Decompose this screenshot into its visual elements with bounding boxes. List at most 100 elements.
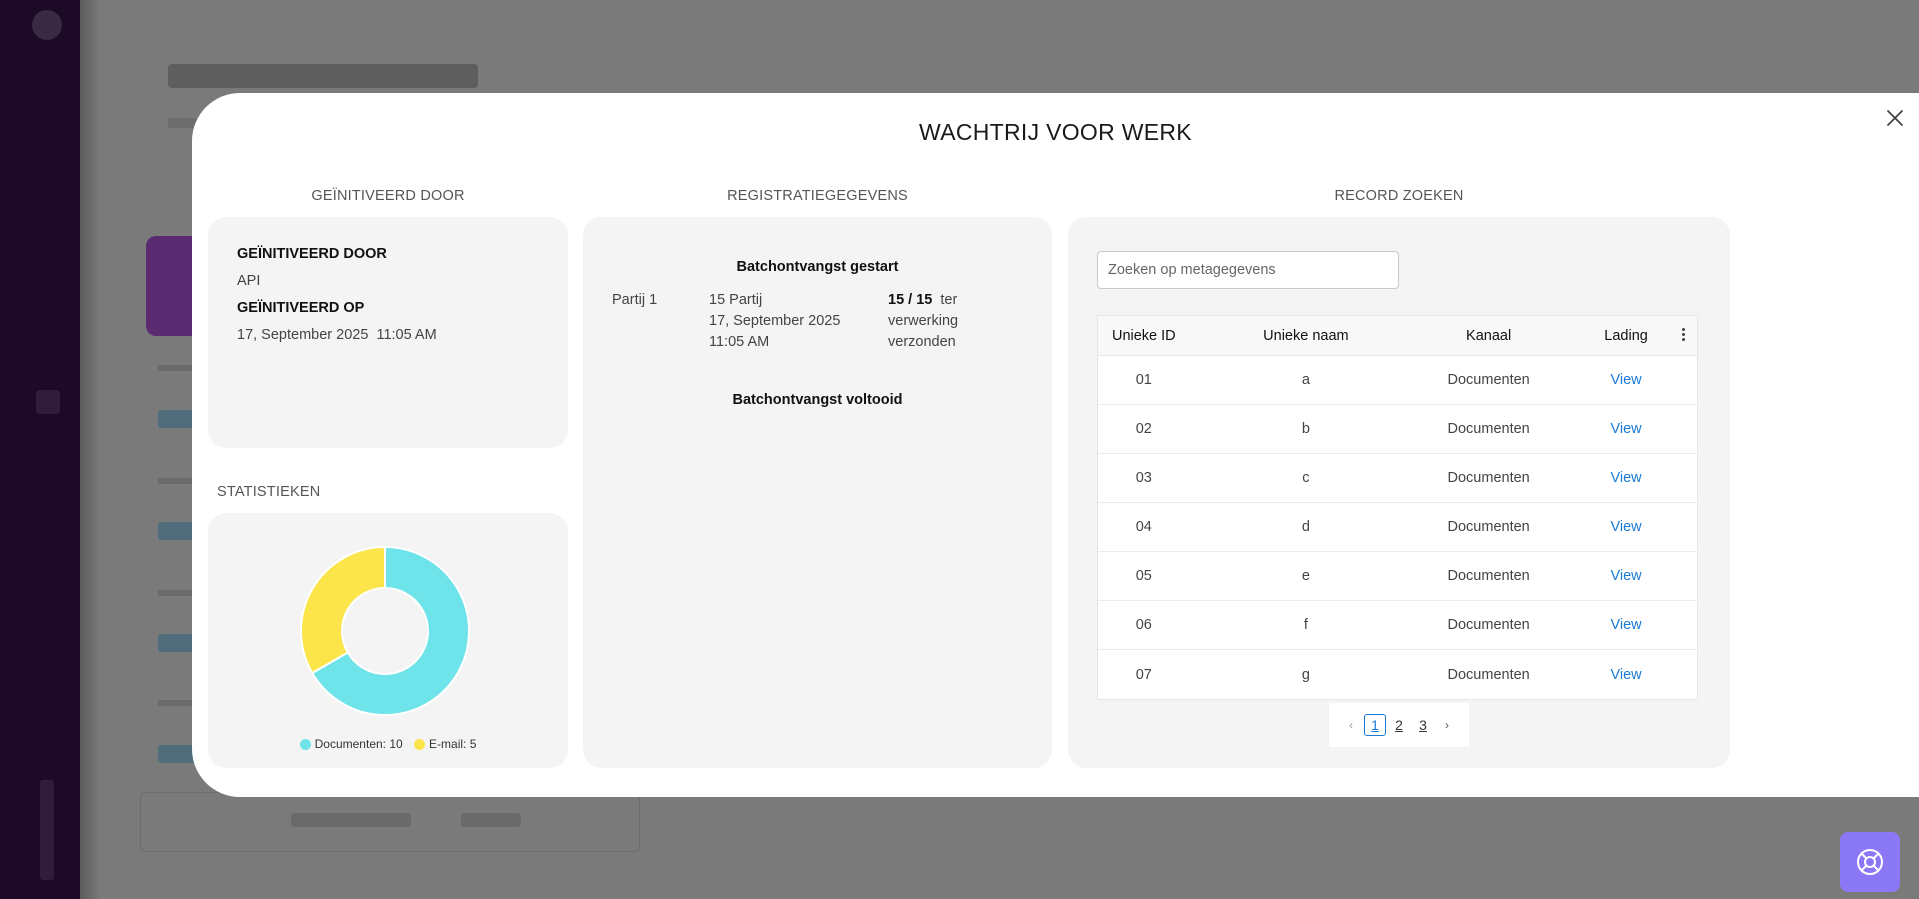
batch-start-heading: Batchontvangst gestart <box>736 259 899 275</box>
table-header: Unieke ID Unieke naam Kanaal Lading <box>1098 316 1697 356</box>
record-search-card: Unieke ID Unieke naam Kanaal Lading 01 a D… <box>1068 217 1730 768</box>
table-cell: Documenten <box>1422 617 1555 633</box>
batch-progress: 15 / 15 ter verwerking verzonden <box>888 290 958 353</box>
sidebar-vertical-label <box>40 780 54 880</box>
cell-channel: Documenten <box>1447 568 1530 584</box>
table-cell: 02 <box>1098 421 1190 437</box>
table-cell: View <box>1555 667 1697 683</box>
batch-progress-text: ter <box>940 292 958 308</box>
view-link[interactable]: View <box>1610 617 1641 633</box>
view-link[interactable]: View <box>1610 519 1641 535</box>
background-page-title <box>168 64 478 88</box>
search-section-label: RECORD ZOEKEN <box>1334 188 1464 204</box>
page-button-2[interactable]: 2 <box>1388 714 1410 736</box>
column-header-payload[interactable]: Lading <box>1555 328 1697 344</box>
initiated-section-label: GEÏNITIVEERD DOOR <box>311 188 465 204</box>
batch-progress-count: 15 / 15 <box>888 292 933 308</box>
background-line <box>158 478 194 484</box>
table-cell: Documenten <box>1422 519 1555 535</box>
cell-id: 04 <box>1135 519 1152 535</box>
view-link[interactable]: View <box>1610 372 1641 388</box>
table-cell: 03 <box>1098 470 1190 486</box>
table-cell: View <box>1555 519 1697 535</box>
registration-section-label: REGISTRATIEGEGEVENS <box>727 188 908 204</box>
table-cell: Documenten <box>1422 372 1555 388</box>
help-button[interactable] <box>1840 832 1900 892</box>
sidebar-shadow <box>80 0 100 899</box>
batch-date: 17, September 2025 <box>709 313 841 329</box>
table-row: 07 g Documenten View <box>1098 650 1697 699</box>
page-button-3[interactable]: 3 <box>1412 714 1434 736</box>
table-cell: c <box>1190 470 1423 486</box>
column-header-id[interactable]: Unieke ID <box>1098 328 1190 344</box>
lifebuoy-icon <box>1857 849 1883 875</box>
table-cell: f <box>1190 617 1423 633</box>
table-cell: 07 <box>1098 667 1190 683</box>
legend-item-documenten: Documenten: 10 <box>299 737 403 751</box>
kebab-menu-icon[interactable] <box>1680 326 1686 346</box>
cell-id: 03 <box>1135 470 1152 486</box>
initiated-by-heading: GEÏNITIVEERD DOOR <box>237 246 387 262</box>
records-table: Unieke ID Unieke naam Kanaal Lading 01 a D… <box>1097 315 1698 700</box>
close-button[interactable] <box>1880 103 1910 133</box>
initiated-card: GEÏNITIVEERD DOOR API GEÏNITIVEERD OP 17… <box>208 217 568 448</box>
metadata-search-input[interactable] <box>1097 251 1399 289</box>
cell-id: 07 <box>1135 666 1152 683</box>
column-header-channel[interactable]: Kanaal <box>1422 328 1555 344</box>
cell-name: d <box>1301 519 1310 535</box>
table-cell: View <box>1555 470 1697 486</box>
chevron-left-icon[interactable]: ‹ <box>1340 714 1362 736</box>
column-header-name[interactable]: Unieke naam <box>1190 328 1423 344</box>
table-cell: 04 <box>1098 519 1190 535</box>
initiated-by-value: API <box>237 273 261 289</box>
table-cell: Documenten <box>1422 470 1555 486</box>
view-link[interactable]: View <box>1610 568 1641 584</box>
cell-channel: Documenten <box>1447 372 1530 388</box>
table-cell: Documenten <box>1422 568 1555 584</box>
cell-name: a <box>1301 372 1310 388</box>
donut-slice-e-mail[interactable] <box>300 546 386 675</box>
cell-name: b <box>1301 421 1310 437</box>
sidebar-icon <box>36 390 60 414</box>
table-row: 03 c Documenten View <box>1098 454 1697 503</box>
modal-title: WACHTRIJ VOOR WERK <box>919 119 1192 145</box>
chart-legend: Documenten: 10 E-mail: 5 <box>208 737 568 753</box>
background-footer <box>140 792 640 852</box>
table-cell: d <box>1190 519 1423 535</box>
view-link[interactable]: View <box>1610 421 1641 437</box>
cell-id: 05 <box>1135 568 1152 584</box>
work-queue-modal: WACHTRIJ VOOR WERK GEÏNITIVEERD DOOR REG… <box>192 93 1919 797</box>
legend-label: E-mail: 5 <box>429 737 477 751</box>
table-row: 05 e Documenten View <box>1098 552 1697 601</box>
cell-name: g <box>1301 666 1310 683</box>
background-footer-text <box>291 813 411 827</box>
table-cell: View <box>1555 617 1697 633</box>
pagination: ‹ 1 2 3 › <box>1329 703 1469 747</box>
table-cell: g <box>1190 667 1423 683</box>
table-row: 01 a Documenten View <box>1098 356 1697 405</box>
initiated-on-heading: GEÏNITIVEERD OP <box>237 300 365 316</box>
cell-name: f <box>1303 617 1308 633</box>
table-cell: Documenten <box>1422 667 1555 683</box>
background-line <box>158 700 194 706</box>
table-cell: Documenten <box>1422 421 1555 437</box>
initiated-on-value: 17, September 2025 11:05 AM <box>237 327 437 343</box>
table-cell: a <box>1190 372 1423 388</box>
table-cell: View <box>1555 372 1697 388</box>
page-button-1[interactable]: 1 <box>1364 714 1386 736</box>
cell-id: 01 <box>1135 372 1152 388</box>
cell-name: c <box>1302 470 1310 486</box>
view-link[interactable]: View <box>1610 667 1641 683</box>
table-cell: View <box>1555 421 1697 437</box>
view-link[interactable]: View <box>1610 470 1641 486</box>
table-body: 01 a Documenten View 02 b Documenten View 03 c Doc… <box>1098 356 1697 699</box>
table-cell: 06 <box>1098 617 1190 633</box>
batch-label: Partij 1 <box>612 292 658 308</box>
legend-item-email: E-mail: 5 <box>414 737 476 751</box>
cell-channel: Documenten <box>1447 470 1530 486</box>
table-cell: 01 <box>1098 372 1190 388</box>
chevron-right-icon[interactable]: › <box>1436 714 1458 736</box>
cell-channel: Documenten <box>1447 666 1530 683</box>
cell-channel: Documenten <box>1447 617 1530 633</box>
background-card <box>146 236 196 336</box>
